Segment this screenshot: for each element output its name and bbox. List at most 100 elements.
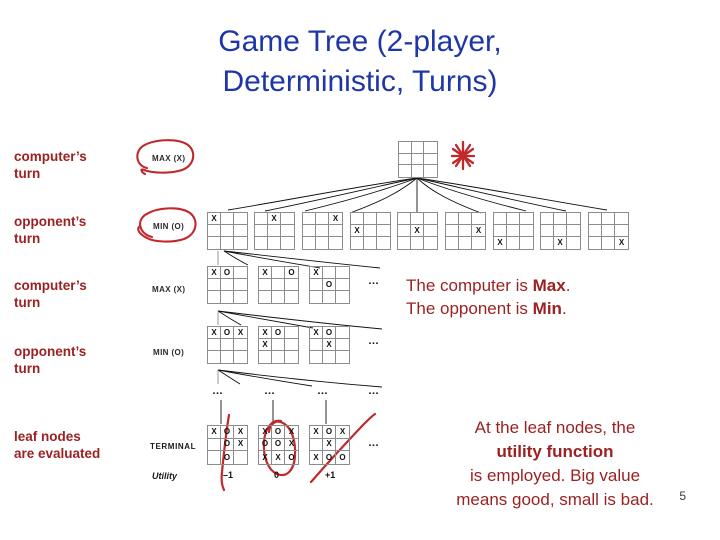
slide-canvas: Game Tree (2-player, Deterministic, Turn…: [0, 0, 720, 540]
board-cell: [316, 237, 329, 249]
board-cell: [259, 279, 272, 291]
ply-label-min-2: MIN (O): [153, 348, 185, 357]
board-cell: [221, 237, 234, 249]
board-cell: O: [259, 438, 272, 452]
board-cell: O: [323, 327, 336, 339]
board-root: [398, 141, 438, 178]
board-cell: X: [554, 237, 567, 249]
title-line-2: Deterministic, Turns): [222, 65, 498, 98]
board-cell: [541, 237, 554, 249]
board-cell: [602, 213, 615, 225]
row-label-opponent-turn-1: opponent’s turn: [14, 213, 134, 247]
board-cell: [221, 225, 234, 237]
board-cell: [615, 225, 628, 237]
board-cell: [412, 165, 425, 177]
board-cell: [567, 213, 580, 225]
board-level3-1: XOX: [207, 326, 248, 364]
board-cell: O: [285, 267, 298, 279]
board-cell: [472, 213, 485, 225]
board-level1-2: X: [254, 212, 295, 250]
board-cell: [285, 291, 298, 303]
board-cell: [541, 225, 554, 237]
board-cell: [281, 225, 294, 237]
board-cell: [255, 237, 268, 249]
note-leaf-line-1: At the leaf nodes, the: [474, 418, 636, 437]
board-cell: [323, 291, 336, 303]
board-cell: X: [259, 426, 272, 439]
board-cell: [323, 351, 336, 363]
board-level3-3: XOX: [309, 326, 350, 364]
board-cell: [303, 213, 316, 225]
board-cell: X: [336, 426, 349, 439]
board-cell: X: [234, 426, 247, 439]
board-cell: [255, 225, 268, 237]
board-cell: [234, 351, 247, 363]
board-cell: X: [259, 339, 272, 351]
board-cell: [520, 225, 533, 237]
board-cell: X: [494, 237, 507, 249]
board-cell: [351, 213, 364, 225]
board-cell: X: [268, 213, 281, 225]
board-cell: [398, 237, 411, 249]
board-level2-2: XO: [258, 266, 299, 304]
board-cell: X: [472, 225, 485, 237]
board-cell: X: [285, 439, 298, 452]
note-emphasis-min: Min: [532, 299, 562, 318]
board-cell: O: [221, 327, 234, 339]
board-cell: [364, 237, 377, 249]
board-cell: [336, 267, 349, 279]
board-cell: [208, 351, 221, 363]
board-cell: [234, 451, 247, 464]
board-cell: [272, 351, 285, 363]
note-text: The computer is: [406, 276, 533, 295]
board-cell: [208, 451, 221, 464]
board-cell: [520, 237, 533, 249]
note-text: .: [561, 299, 567, 318]
title-line-1: Game Tree (2-player,: [218, 25, 502, 58]
board-cell: [234, 237, 247, 249]
board-level1-8: X: [540, 212, 581, 250]
board-level1-1: X: [207, 212, 248, 250]
board-cell: O: [288, 452, 295, 462]
board-cell: [446, 213, 459, 225]
board-cell: [567, 225, 580, 237]
board-cell: [234, 291, 247, 303]
board-cell: [259, 291, 272, 303]
board-cell: [285, 327, 298, 339]
board-cell: O: [272, 438, 285, 452]
ply-label-max-2: MAX (X): [152, 285, 186, 294]
ellipsis-leafrow-2: …: [264, 385, 277, 397]
board-cell: X: [259, 267, 272, 279]
board-cell: [494, 213, 507, 225]
board-cell: [424, 225, 437, 237]
board-cell: [272, 339, 285, 351]
board-level3-2: XOX: [258, 326, 299, 364]
board-cell: [541, 213, 554, 225]
board-cell: [411, 213, 424, 225]
board-cell: [272, 279, 285, 291]
board-cell: X: [208, 327, 221, 339]
page-title: Game Tree (2-player, Deterministic, Turn…: [0, 22, 720, 102]
board-cell: [424, 165, 437, 177]
board-cell: [377, 213, 390, 225]
board-cell: [615, 213, 628, 225]
board-cell: [424, 142, 437, 154]
board-cell: [399, 165, 412, 177]
board-cell: [377, 237, 390, 249]
board-cell: O: [339, 452, 346, 462]
ellipsis-level2: …: [368, 275, 381, 287]
board-cell: [507, 237, 520, 249]
note-utility-function: At the leaf nodes, the utility function …: [405, 416, 705, 512]
ply-label-utility: Utility: [152, 471, 178, 481]
board-cell: O: [272, 327, 285, 339]
board-cell: [272, 267, 285, 279]
board-cell: [221, 339, 234, 351]
note-max-line: The computer is Max.: [406, 274, 570, 297]
note-text: The opponent is: [406, 299, 533, 318]
board-cell: O: [221, 426, 234, 439]
note-emphasis-max: Max: [532, 276, 566, 295]
board-cell: [285, 279, 298, 291]
board-cell: [221, 291, 234, 303]
terminal-value-1: –1: [223, 470, 234, 480]
board-cell: X: [329, 213, 342, 225]
